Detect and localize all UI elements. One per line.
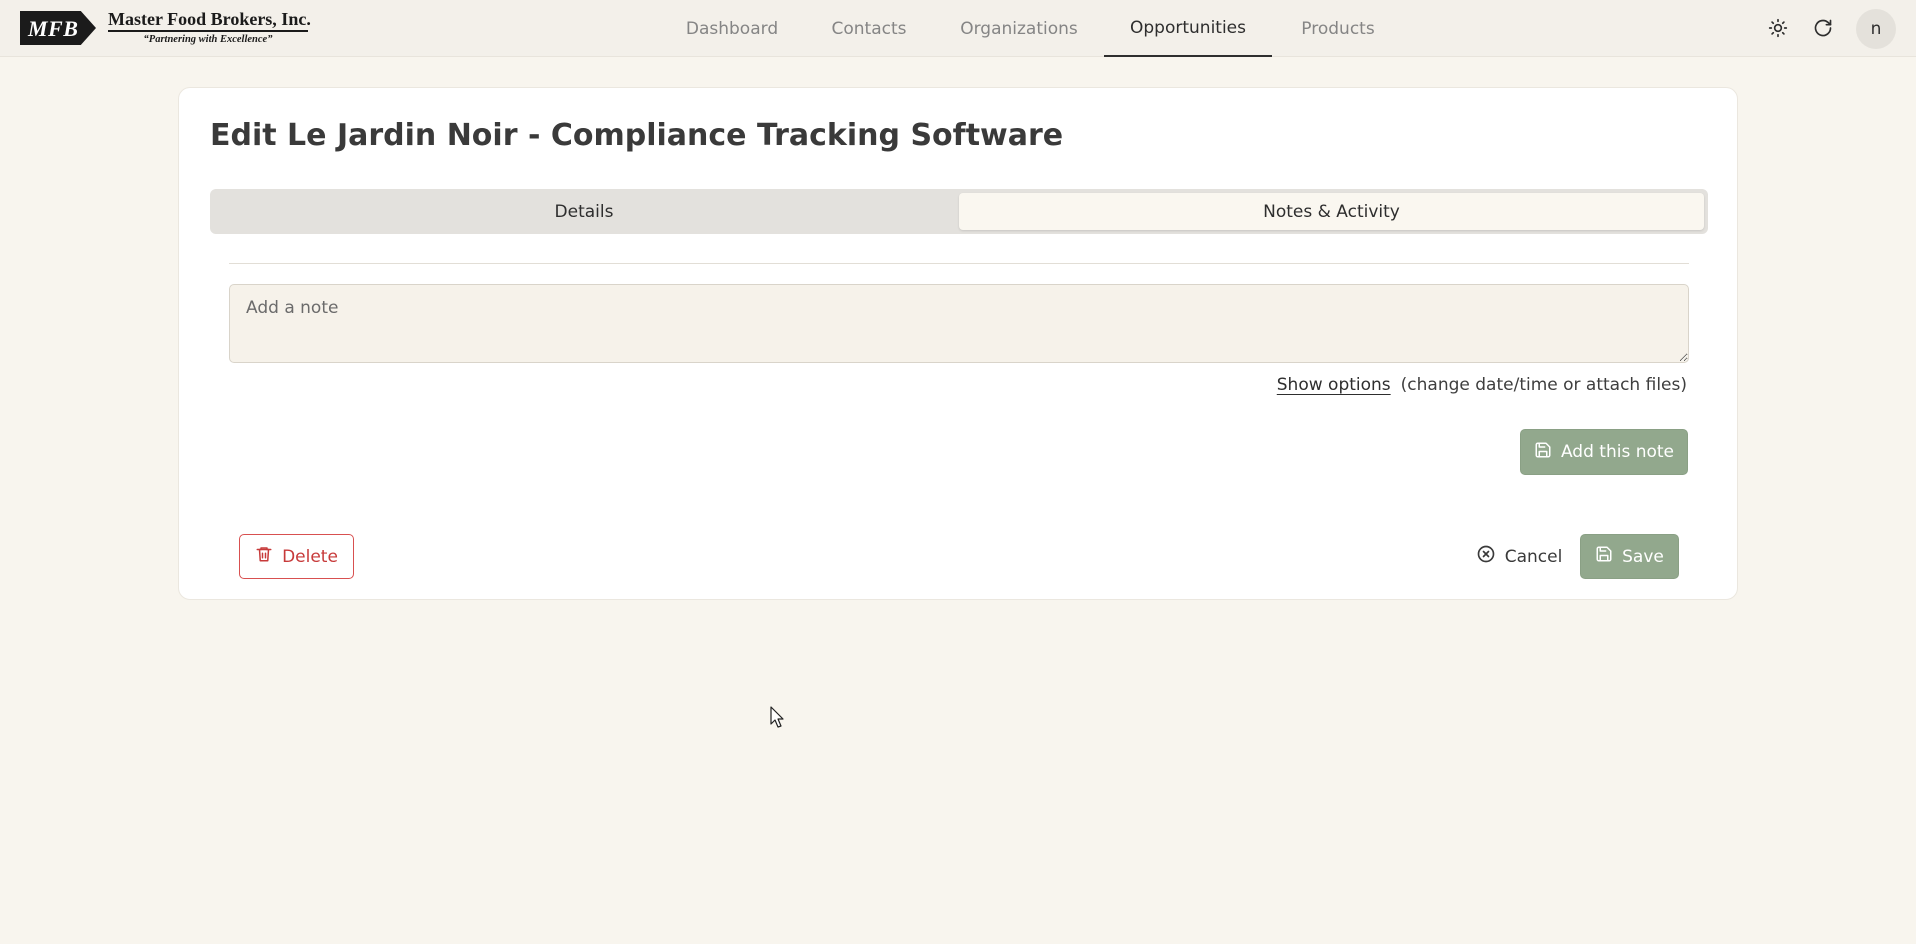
save-label: Save bbox=[1622, 546, 1664, 567]
options-hint: (change date/time or attach files) bbox=[1400, 375, 1687, 395]
sun-icon[interactable] bbox=[1762, 12, 1794, 44]
save-icon bbox=[1595, 545, 1613, 568]
cancel-label: Cancel bbox=[1504, 546, 1563, 567]
tab-notes-activity[interactable]: Notes & Activity bbox=[959, 193, 1704, 230]
tab-bar: Details Notes & Activity bbox=[210, 189, 1708, 234]
top-navigation-bar: MFB Master Food Brokers, Inc. “Partnerin… bbox=[0, 0, 1916, 57]
delete-label: Delete bbox=[282, 546, 338, 567]
tab-details[interactable]: Details bbox=[214, 193, 954, 230]
logo-tagline: “Partnering with Excellence” bbox=[143, 34, 273, 45]
mouse-cursor-icon bbox=[770, 706, 784, 732]
edit-opportunity-card: Edit Le Jardin Noir - Compliance Trackin… bbox=[178, 87, 1738, 600]
add-note-textarea[interactable] bbox=[229, 284, 1689, 363]
show-options-link[interactable]: Show options bbox=[1277, 375, 1391, 395]
page-title: Edit Le Jardin Noir - Compliance Trackin… bbox=[210, 118, 1064, 153]
cancel-button[interactable]: Cancel bbox=[1469, 534, 1569, 579]
nav-dashboard[interactable]: Dashboard bbox=[677, 0, 787, 57]
nav-opportunities[interactable]: Opportunities bbox=[1104, 0, 1272, 57]
save-icon bbox=[1534, 441, 1552, 464]
close-circle-icon bbox=[1476, 544, 1496, 569]
nav-products[interactable]: Products bbox=[1295, 0, 1381, 57]
save-button[interactable]: Save bbox=[1580, 534, 1679, 579]
add-note-label: Add this note bbox=[1560, 442, 1675, 462]
refresh-icon[interactable] bbox=[1807, 12, 1839, 44]
section-divider bbox=[229, 263, 1689, 264]
delete-button[interactable]: Delete bbox=[239, 534, 354, 579]
add-note-button[interactable]: Add this note bbox=[1520, 429, 1688, 475]
user-avatar[interactable]: n bbox=[1856, 9, 1896, 49]
company-logo[interactable]: MFB Master Food Brokers, Inc. “Partnerin… bbox=[20, 9, 311, 47]
trash-icon bbox=[255, 545, 273, 568]
logo-company-name: Master Food Brokers, Inc. bbox=[108, 9, 311, 32]
nav-organizations[interactable]: Organizations bbox=[956, 0, 1082, 57]
logo-mark: MFB bbox=[20, 9, 108, 47]
logo-mark-text: MFB bbox=[28, 16, 79, 41]
nav-contacts[interactable]: Contacts bbox=[822, 0, 916, 57]
